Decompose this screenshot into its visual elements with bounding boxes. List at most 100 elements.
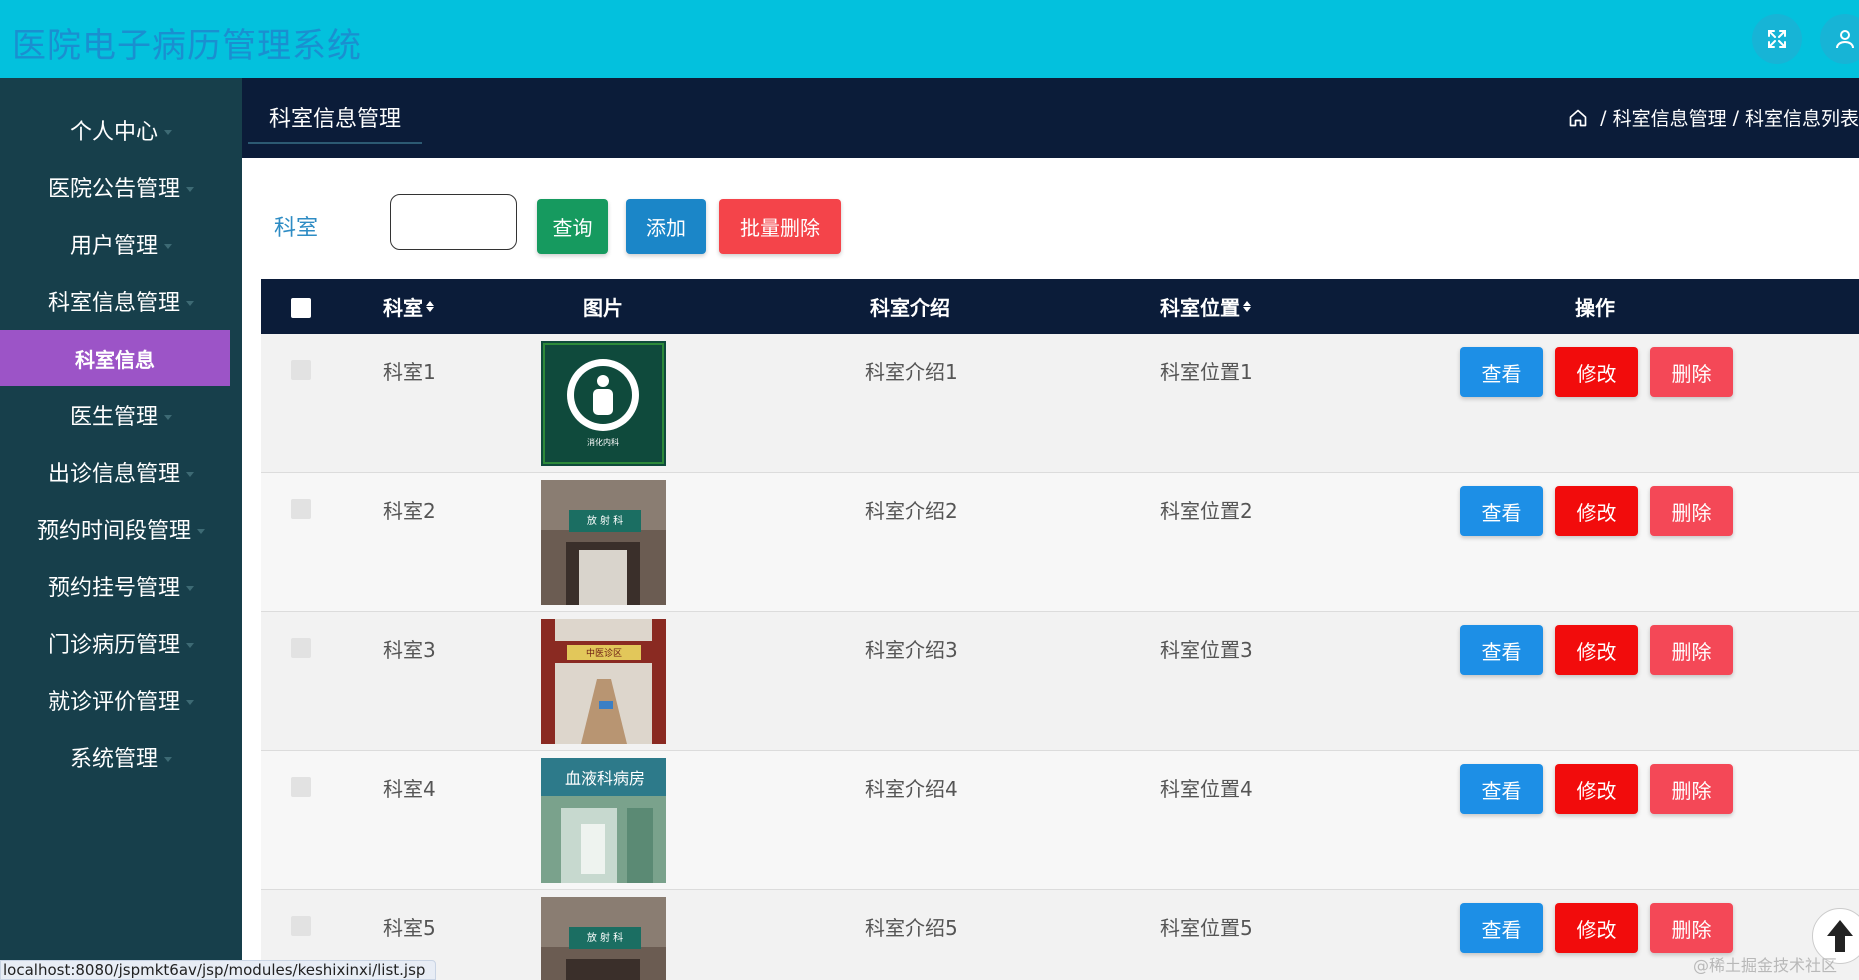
- sidebar-item-appointments[interactable]: 预约挂号管理: [0, 558, 242, 614]
- tab-department-management[interactable]: 科室信息管理: [248, 92, 422, 144]
- user-icon: [1836, 30, 1854, 49]
- column-header-intro: 科室介绍: [870, 296, 950, 320]
- caret-down-icon: [164, 243, 172, 249]
- caret-down-icon: [164, 756, 172, 762]
- add-button[interactable]: 添加: [626, 199, 706, 254]
- edit-button[interactable]: 修改: [1555, 347, 1638, 397]
- department-image[interactable]: 放 射 科: [541, 480, 666, 605]
- delete-button[interactable]: 删除: [1650, 903, 1733, 953]
- department-name: 科室3: [383, 638, 436, 662]
- breadcrumb-item: 科室信息列表: [1744, 108, 1859, 130]
- department-location: 科室位置2: [1160, 499, 1253, 523]
- breadcrumb-separator: /: [1732, 106, 1739, 129]
- breadcrumb: / 科室信息管理 / 科室信息列表: [1568, 104, 1859, 131]
- breadcrumb-separator: /: [1600, 106, 1607, 129]
- delete-button[interactable]: 删除: [1650, 486, 1733, 536]
- department-intro: 科室介绍5: [865, 916, 958, 940]
- department-name: 科室4: [383, 777, 436, 801]
- column-header-image: 图片: [583, 296, 623, 320]
- caret-down-icon: [186, 699, 194, 705]
- row-checkbox[interactable]: [291, 777, 311, 797]
- fullscreen-icon: [1768, 30, 1786, 48]
- image-caption: 血液科病房: [565, 769, 645, 788]
- delete-button[interactable]: 删除: [1650, 764, 1733, 814]
- table-row: 科室3 中医诊区 科室介绍3 科室位置3 查看 修改 删除: [261, 612, 1859, 751]
- department-image[interactable]: 中医诊区: [541, 619, 666, 744]
- view-button[interactable]: 查看: [1460, 625, 1543, 675]
- content-topbar: 科室信息管理 / 科室信息管理 / 科室信息列表: [242, 78, 1859, 158]
- caret-down-icon: [186, 186, 194, 192]
- table-row: 科室2 放 射 科 科室介绍2 科室位置2 查看 修改 删除: [261, 473, 1859, 612]
- caret-down-icon: [164, 414, 172, 420]
- caret-down-icon: [197, 528, 205, 534]
- batch-delete-button[interactable]: 批量删除: [719, 199, 841, 254]
- department-name: 科室5: [383, 916, 436, 940]
- view-button[interactable]: 查看: [1460, 903, 1543, 953]
- image-caption: 中医诊区: [586, 647, 622, 659]
- caret-down-icon: [186, 471, 194, 477]
- department-location: 科室位置4: [1160, 777, 1253, 801]
- delete-button[interactable]: 删除: [1650, 347, 1733, 397]
- app-title: 医院电子病历管理系统: [12, 26, 362, 66]
- column-header-name[interactable]: 科室: [383, 279, 434, 334]
- edit-button[interactable]: 修改: [1555, 625, 1638, 675]
- app-header: 医院电子病历管理系统: [0, 0, 1859, 78]
- table-row: 科室4 血液科病房 科室介绍4 科室位置4 查看 修改 删除: [261, 751, 1859, 890]
- department-intro: 科室介绍1: [865, 360, 958, 384]
- department-location: 科室位置1: [1160, 360, 1253, 384]
- row-checkbox[interactable]: [291, 360, 311, 380]
- user-button[interactable]: [1820, 14, 1859, 64]
- caret-down-icon: [186, 642, 194, 648]
- sort-icon: [1243, 301, 1251, 312]
- sidebar-item-visit-info[interactable]: 出诊信息管理: [0, 444, 242, 500]
- arrow-up-icon: [1827, 920, 1853, 952]
- sidebar-item-system[interactable]: 系统管理: [0, 729, 242, 785]
- search-input[interactable]: [390, 194, 517, 250]
- delete-button[interactable]: 删除: [1650, 625, 1733, 675]
- sidebar-item-users[interactable]: 用户管理: [0, 216, 242, 272]
- sidebar-item-evaluations[interactable]: 就诊评价管理: [0, 672, 242, 728]
- department-name: 科室2: [383, 499, 436, 523]
- view-button[interactable]: 查看: [1460, 347, 1543, 397]
- view-button[interactable]: 查看: [1460, 486, 1543, 536]
- edit-button[interactable]: 修改: [1555, 486, 1638, 536]
- edit-button[interactable]: 修改: [1555, 903, 1638, 953]
- sidebar-subitem-department-info[interactable]: 科室信息: [0, 330, 230, 386]
- sidebar-item-personal-center[interactable]: 个人中心: [0, 102, 242, 158]
- query-button[interactable]: 查询: [537, 199, 608, 254]
- sort-icon: [426, 301, 434, 312]
- select-all-checkbox[interactable]: [291, 298, 311, 318]
- breadcrumb-item[interactable]: 科室信息管理: [1613, 104, 1727, 131]
- watermark: @稀土掘金技术社区: [1693, 956, 1838, 975]
- department-location: 科室位置3: [1160, 638, 1253, 662]
- sidebar-item-departments[interactable]: 科室信息管理: [0, 273, 242, 329]
- caret-down-icon: [164, 129, 172, 135]
- fullscreen-button[interactable]: [1752, 14, 1802, 64]
- table-header: 科室 图片 科室介绍 科室位置 操作: [261, 279, 1859, 334]
- search-label: 科室: [274, 216, 319, 241]
- department-image[interactable]: 消化内科: [541, 341, 666, 466]
- table-row: 科室1 消化内科 科室介绍1 科室位置1 查看 修改 删除: [261, 334, 1859, 473]
- column-header-location[interactable]: 科室位置: [1160, 279, 1251, 334]
- sidebar-item-medical-records[interactable]: 门诊病历管理: [0, 615, 242, 671]
- row-checkbox[interactable]: [291, 916, 311, 936]
- sidebar-item-announcements[interactable]: 医院公告管理: [0, 159, 242, 215]
- department-image[interactable]: 血液科病房: [541, 758, 666, 883]
- caret-down-icon: [186, 585, 194, 591]
- department-intro: 科室介绍3: [865, 638, 958, 662]
- home-icon[interactable]: [1568, 108, 1588, 128]
- status-bar-url: localhost:8080/jspmkt6av/jsp/modules/kes…: [0, 960, 437, 980]
- view-button[interactable]: 查看: [1460, 764, 1543, 814]
- row-checkbox[interactable]: [291, 638, 311, 658]
- image-caption: 消化内科: [587, 437, 619, 447]
- image-caption: 放 射 科: [587, 931, 623, 944]
- sidebar-item-time-slots[interactable]: 预约时间段管理: [0, 501, 242, 557]
- edit-button[interactable]: 修改: [1555, 764, 1638, 814]
- department-name: 科室1: [383, 360, 436, 384]
- sidebar: 个人中心 医院公告管理 用户管理 科室信息管理 科室信息 医生管理 出诊信息管理…: [0, 78, 242, 980]
- caret-down-icon: [186, 300, 194, 306]
- row-checkbox[interactable]: [291, 499, 311, 519]
- department-image[interactable]: 放 射 科: [541, 897, 666, 980]
- sidebar-item-doctors[interactable]: 医生管理: [0, 387, 242, 443]
- table-row: 科室5 放 射 科 科室介绍5 科室位置5 查看 修改 删除: [261, 890, 1859, 980]
